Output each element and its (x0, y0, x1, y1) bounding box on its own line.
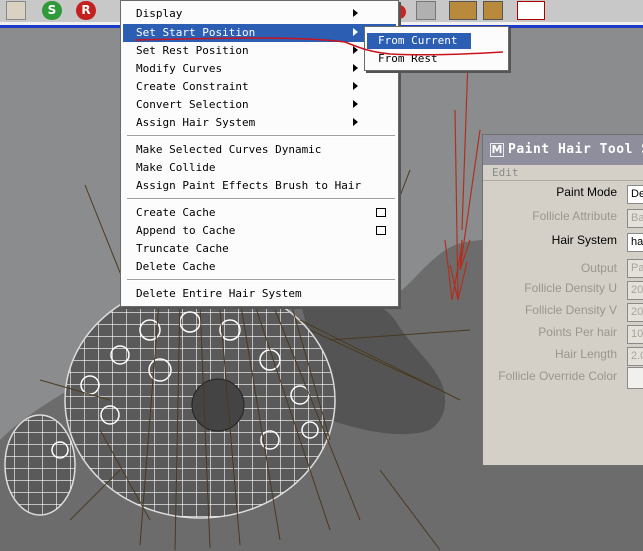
maya-icon: M (490, 143, 504, 157)
submenu-arrow-icon (353, 64, 358, 72)
menu-item-assign-hair-system[interactable]: Assign Hair System (123, 114, 396, 132)
hair-system-label: Hair System (551, 233, 617, 247)
menu-label: Delete Entire Hair System (136, 287, 302, 300)
submenu-item-from-rest[interactable]: From Rest (367, 51, 506, 67)
r-icon[interactable]: R (76, 1, 96, 20)
follicle-attribute-dropdown[interactable]: Ba (627, 209, 643, 228)
submenu-arrow-icon (353, 82, 358, 90)
hair-length-label: Hair Length (554, 347, 617, 361)
menu-item-set-rest-position[interactable]: Set Rest Position (123, 42, 396, 60)
hair-menu: Display Set Start Position Set Rest Posi… (120, 0, 399, 307)
output-label: Output (580, 261, 617, 275)
follicle-density-u-label: Follicle Density U (524, 281, 617, 295)
hair-brush-icon[interactable] (6, 1, 26, 20)
window-menubar: Edit (483, 166, 643, 181)
menu-label: Set Rest Position (136, 44, 249, 57)
menu-item-create-constraint[interactable]: Create Constraint (123, 78, 396, 96)
submenu-arrow-icon (353, 28, 358, 36)
arrows-icon[interactable] (416, 1, 436, 20)
menu-separator (127, 198, 395, 200)
menu-item-delete-entire-hair-system[interactable]: Delete Entire Hair System (123, 285, 396, 303)
window-title-bar[interactable]: M Paint Hair Tool S (483, 135, 643, 165)
menu-item-convert-selection[interactable]: Convert Selection (123, 96, 396, 114)
window-title: Paint Hair Tool S (508, 142, 643, 157)
output-dropdown[interactable]: Pa (627, 259, 643, 278)
menu-item-set-start-position[interactable]: Set Start Position (123, 24, 396, 42)
s-icon[interactable]: S (42, 1, 62, 20)
menu-item-display[interactable]: Display (123, 5, 396, 23)
menu-label: Create Cache (136, 206, 216, 219)
paint-mode-dropdown[interactable]: De (627, 185, 643, 204)
submenu-item-from-current[interactable]: From Current (367, 33, 471, 49)
follicle-density-u-field[interactable]: 20 (627, 281, 643, 300)
menu-label: Assign Hair System (136, 116, 256, 129)
submenu-label: From Rest (378, 52, 438, 65)
menu-item-delete-cache[interactable]: Delete Cache (123, 258, 396, 276)
menu-item-assign-paint-effects-brush[interactable]: Assign Paint Effects Brush to Hair (123, 177, 396, 195)
film-icon[interactable] (517, 1, 545, 20)
submenu-label: From Current (378, 34, 458, 47)
points-per-hair-label: Points Per hair (538, 325, 617, 339)
menu-label: Convert Selection (136, 98, 249, 111)
menu-item-create-cache[interactable]: Create Cache (123, 204, 396, 222)
menu-item-make-selected-curves-dynamic[interactable]: Make Selected Curves Dynamic (123, 141, 396, 159)
follicle-density-v-field[interactable]: 20 (627, 303, 643, 322)
submenu-arrow-icon (353, 118, 358, 126)
follicle-density-v-label: Follicle Density V (524, 303, 617, 317)
hair-system-dropdown[interactable]: ha (627, 233, 643, 252)
menu-label: Delete Cache (136, 260, 216, 273)
hair-length-field[interactable]: 2.0 (627, 347, 643, 366)
menu-label: Display (136, 7, 183, 20)
menu-label: Set Start Position (136, 26, 256, 39)
tool-icon[interactable] (483, 1, 503, 20)
menu-label: Assign Paint Effects Brush to Hair (136, 179, 362, 192)
menu-label: Modify Curves (136, 62, 223, 75)
menu-separator (127, 135, 395, 137)
paint-hair-tool-settings-window: M Paint Hair Tool S Edit Paint Mode De F… (482, 134, 643, 466)
option-box-icon[interactable] (376, 208, 386, 217)
menu-label: Make Collide (136, 161, 216, 174)
points-per-hair-field[interactable]: 10 (627, 325, 643, 344)
follicle-override-color-swatch[interactable] (627, 367, 643, 389)
menu-item-append-to-cache[interactable]: Append to Cache (123, 222, 396, 240)
submenu-arrow-icon (353, 46, 358, 54)
menu-item-modify-curves[interactable]: Modify Curves (123, 60, 396, 78)
menu-item-truncate-cache[interactable]: Truncate Cache (123, 240, 396, 258)
set-start-position-submenu: From Current From Rest (364, 26, 509, 71)
menu-label: Create Constraint (136, 80, 249, 93)
menu-label: Truncate Cache (136, 242, 229, 255)
submenu-arrow-icon (353, 9, 358, 17)
box-icon[interactable] (449, 1, 477, 20)
submenu-arrow-icon (353, 100, 358, 108)
menu-edit[interactable]: Edit (492, 166, 519, 179)
option-box-icon[interactable] (376, 226, 386, 235)
paint-mode-label: Paint Mode (556, 185, 617, 199)
menu-item-make-collide[interactable]: Make Collide (123, 159, 396, 177)
menu-label: Make Selected Curves Dynamic (136, 143, 322, 156)
follicle-override-color-label: Follicle Override Color (498, 369, 617, 383)
follicle-attribute-label: Follicle Attribute (532, 209, 617, 223)
menu-separator (127, 279, 395, 281)
menu-label: Append to Cache (136, 224, 236, 237)
